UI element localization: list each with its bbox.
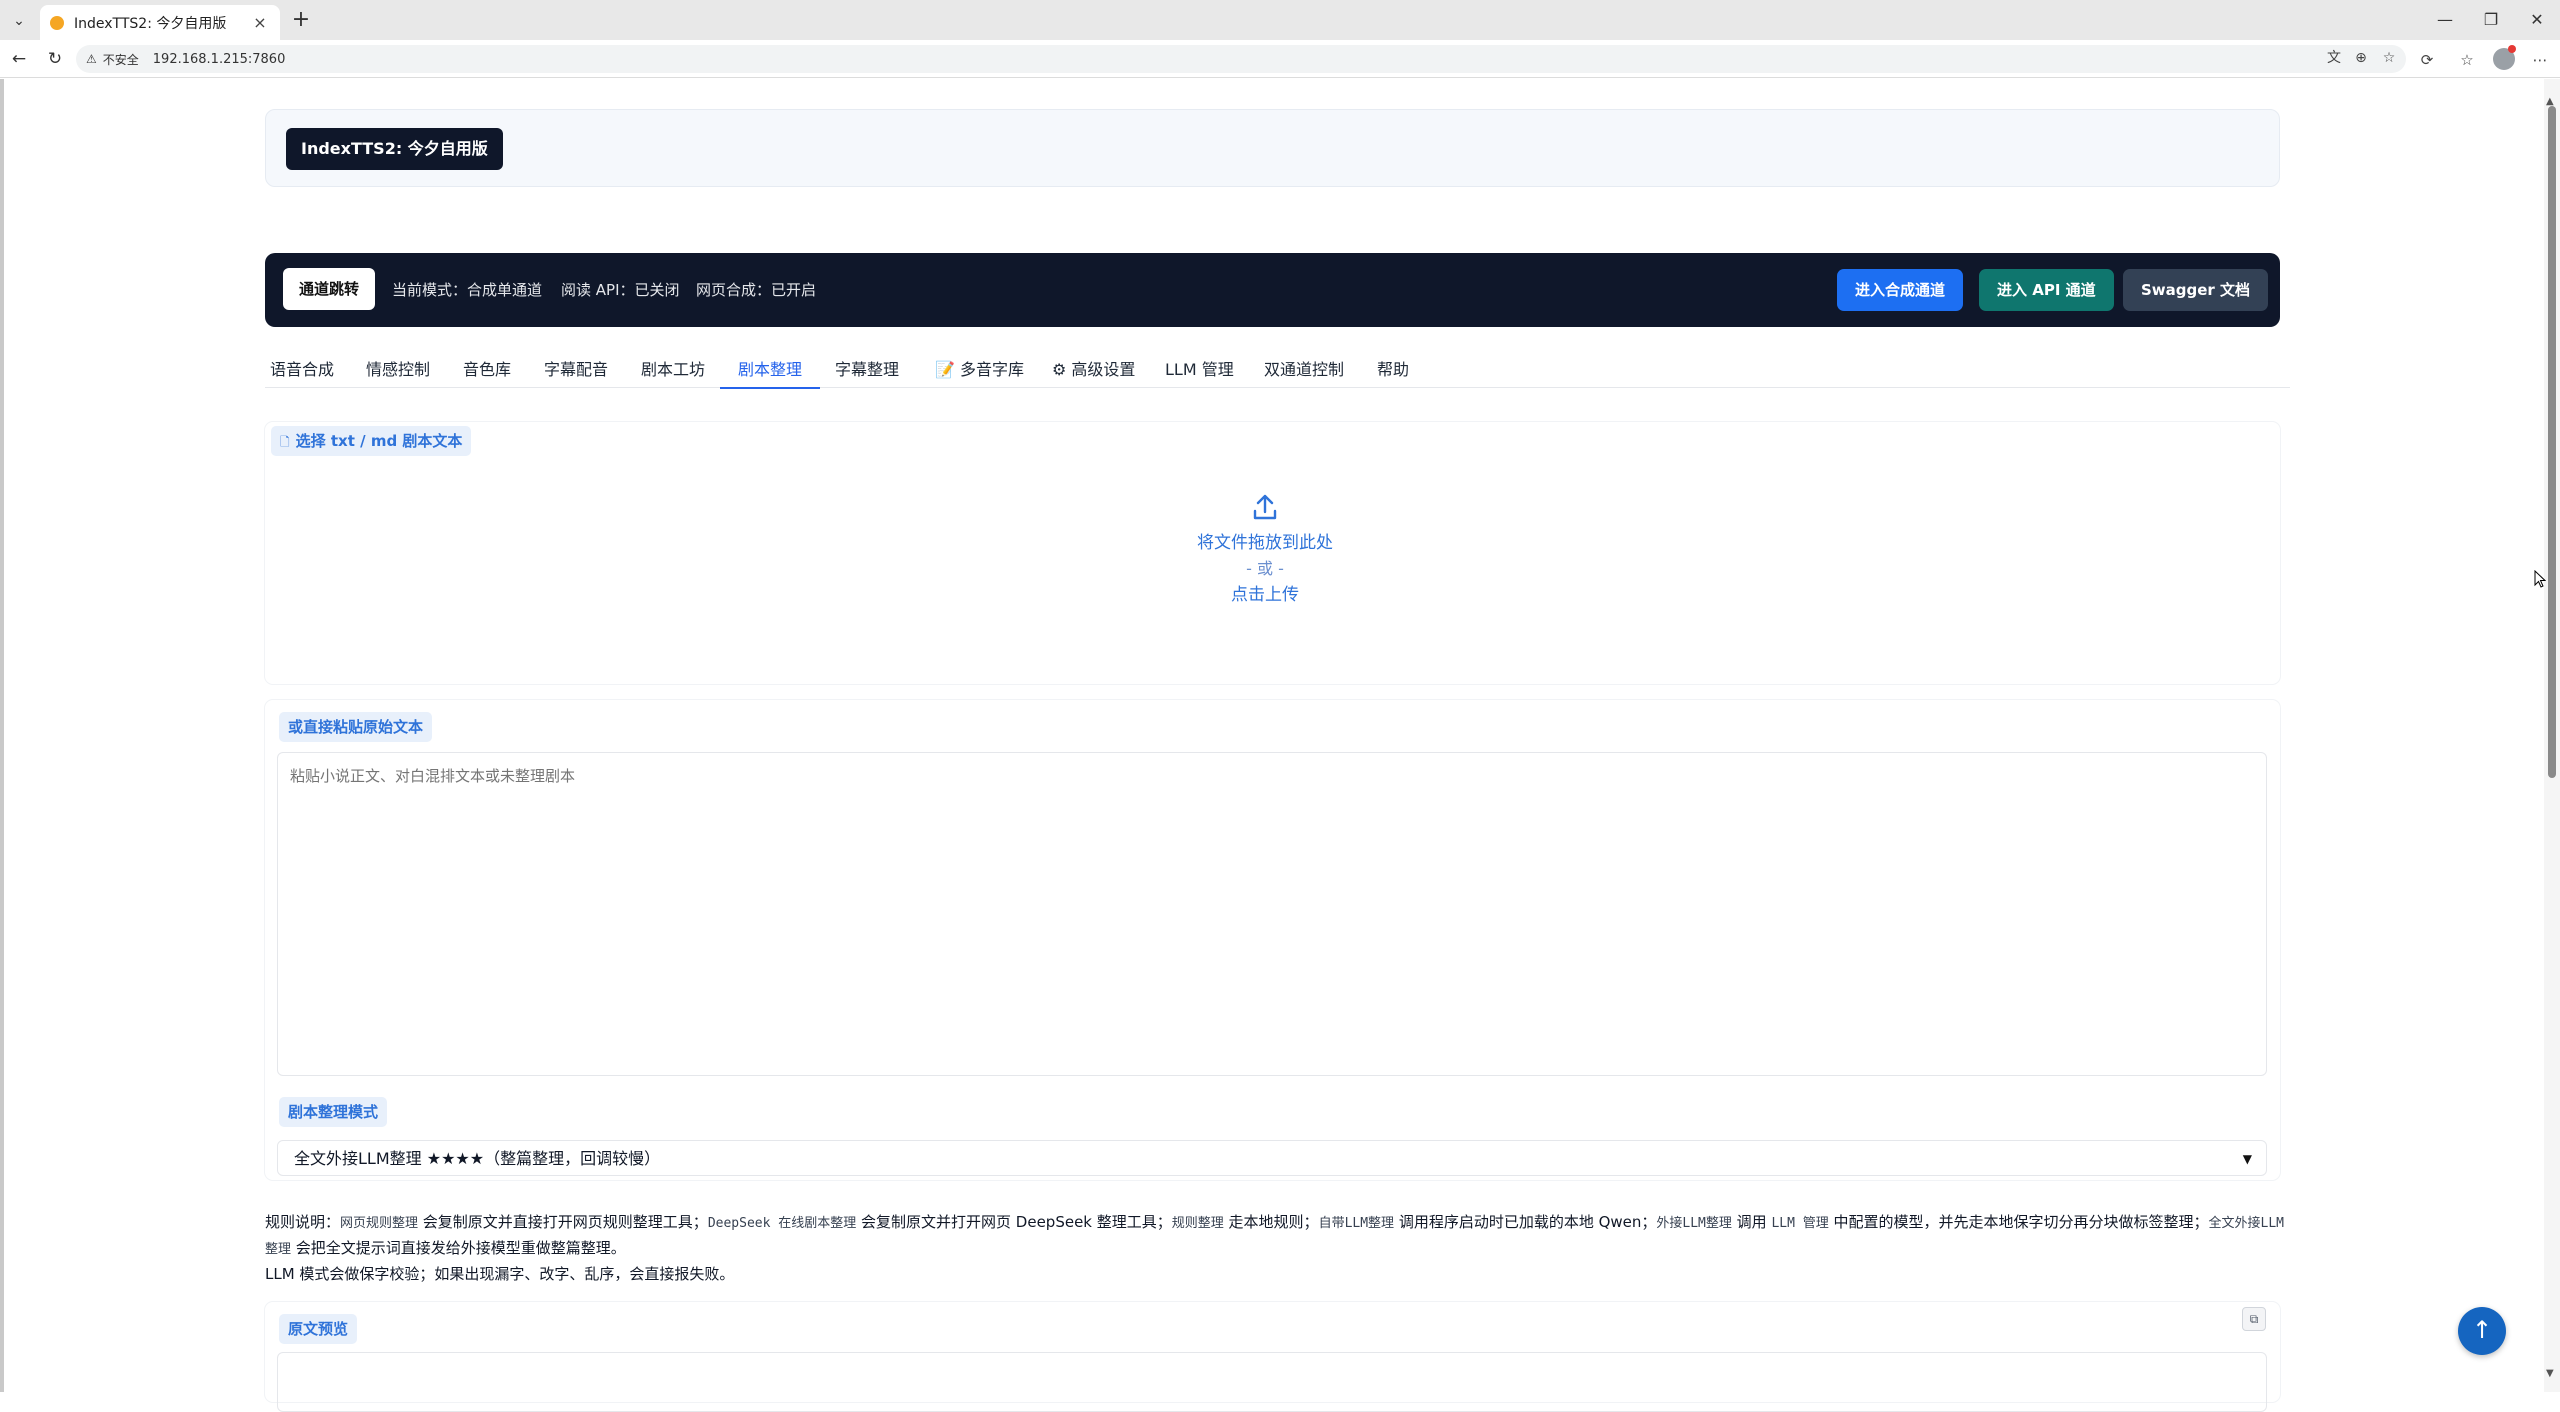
reload-icon[interactable]: ↻ <box>44 48 66 70</box>
browser-tab-strip: ⌄ IndexTTS2: 今夕自用版 × + — ❐ ✕ <box>0 0 2560 40</box>
restore-window-button[interactable]: ❐ <box>2468 6 2514 34</box>
mode-label: 剧本整理模式 <box>279 1097 388 1127</box>
enter-api-channel-button[interactable]: 进入 API 通道 <box>1979 269 2114 311</box>
minimize-window-button[interactable]: — <box>2422 6 2468 34</box>
extensions-icon[interactable]: ⟳ <box>2415 48 2439 72</box>
tab-dual-channel-control[interactable]: 双通道控制 <box>1264 352 1344 388</box>
mouse-cursor-icon <box>2534 570 2546 588</box>
tab-title: IndexTTS2: 今夕自用版 <box>74 15 227 32</box>
app-brand: IndexTTS2: 今夕自用版 <box>286 128 503 170</box>
upload-icon <box>1253 494 1277 520</box>
address-bar[interactable]: ⚠ 不安全 192.168.1.215:7860 <box>76 45 2406 73</box>
rules-paragraph: 规则说明：网页规则整理 会复制原文并直接打开网页规则整理工具；DeepSeek … <box>265 1213 2285 1257</box>
swagger-docs-button[interactable]: Swagger 文档 <box>2123 269 2269 311</box>
rules-description: 规则说明：网页规则整理 会复制原文并直接打开网页规则整理工具；DeepSeek … <box>265 1210 2285 1287</box>
file-upload-panel: 🗋 选择 txt / md 剧本文本 将文件拖放到此处 - 或 - 点击上传 <box>265 422 2280 684</box>
profile-notification-badge <box>2508 45 2516 53</box>
tab-search-chevron-icon[interactable]: ⌄ <box>6 8 32 34</box>
chevron-down-icon: ▼ <box>2242 1152 2252 1166</box>
web-synth-status: 网页合成：已开启 <box>696 281 817 299</box>
insecure-label[interactable]: 不安全 <box>103 51 139 68</box>
new-tab-button[interactable]: + <box>288 8 314 34</box>
upload-label: 🗋 选择 txt / md 剧本文本 <box>271 426 472 456</box>
raw-text-input[interactable] <box>277 752 2267 1076</box>
back-arrow-icon[interactable]: ← <box>8 48 30 70</box>
read-api-status: 阅读 API：已关闭 <box>561 281 680 299</box>
script-mode-select[interactable]: 全文外接LLM整理 ★★★★（整篇整理，回调较慢） ▼ <box>277 1140 2267 1176</box>
paste-label: 或直接粘贴原始文本 <box>279 712 433 742</box>
browser-tab[interactable]: IndexTTS2: 今夕自用版 × <box>40 5 280 40</box>
tab-voice-synthesis[interactable]: 语音合成 <box>270 352 334 388</box>
or-separator: - 或 - <box>1246 559 1284 578</box>
warning-triangle-icon[interactable]: ⚠ <box>86 52 97 66</box>
paste-text-panel: 或直接粘贴原始文本 剧本整理模式 全文外接LLM整理 ★★★★（整篇整理，回调较… <box>265 700 2280 1180</box>
tab-subtitle-organize[interactable]: 字幕整理 <box>835 352 899 388</box>
tab-emotion-control[interactable]: 情感控制 <box>366 352 430 388</box>
copy-icon[interactable]: ⧉ <box>2242 1307 2266 1331</box>
channel-jump-label: 通道跳转 <box>283 268 376 310</box>
channel-bar: 通道跳转 当前模式：合成单通道 阅读 API：已关闭 网页合成：已开启 进入合成… <box>265 253 2280 327</box>
file-icon: 🗋 <box>280 435 290 449</box>
site-favicon-icon <box>50 15 64 30</box>
zoom-icon[interactable]: ⊕ <box>2350 47 2372 69</box>
current-mode-status: 当前模式：合成单通道 <box>392 281 543 299</box>
translate-icon[interactable]: 文 <box>2323 47 2345 69</box>
tab-help[interactable]: 帮助 <box>1377 352 1409 388</box>
drop-text: 将文件拖放到此处 <box>1197 533 1333 553</box>
tab-polyphone-library[interactable]: 📝 多音字库 <box>935 352 1024 388</box>
more-menu-icon[interactable]: ⋯ <box>2528 48 2552 72</box>
url-text[interactable]: 192.168.1.215:7860 <box>153 52 286 67</box>
scroll-down-arrow-icon[interactable]: ▼ <box>2546 1368 2554 1379</box>
address-toolbar: ← ↻ ⚠ 不安全 192.168.1.215:7860 文 ⊕ ☆ ⟳ ☆ ⋯ <box>0 40 2560 78</box>
preview-label: 原文预览 <box>279 1314 358 1344</box>
tab-script-organize[interactable]: 剧本整理 <box>719 352 821 389</box>
scroll-to-top-button[interactable]: ↑ <box>2458 1307 2506 1355</box>
click-upload-text[interactable]: 点击上传 <box>805 582 1725 608</box>
app-header: IndexTTS2: 今夕自用版 <box>265 109 2280 187</box>
tab-voice-library[interactable]: 音色库 <box>463 352 511 388</box>
tab-script-workshop[interactable]: 剧本工坊 <box>641 352 705 388</box>
favorites-icon[interactable]: ☆ <box>2455 48 2479 72</box>
preview-content <box>277 1352 2267 1412</box>
file-drop-zone[interactable]: 将文件拖放到此处 - 或 - 点击上传 <box>805 492 1725 622</box>
enter-synth-channel-button[interactable]: 进入合成通道 <box>1837 269 1964 311</box>
tab-advanced-settings[interactable]: ⚙ 高级设置 <box>1052 352 1135 388</box>
original-preview-panel: 原文预览 <box>265 1302 2280 1412</box>
tab-close-icon[interactable]: × <box>250 13 270 32</box>
script-mode-value: 全文外接LLM整理 ★★★★（整篇整理，回调较慢） <box>294 1149 661 1168</box>
tab-subtitle-dubbing[interactable]: 字幕配音 <box>544 352 608 388</box>
tab-llm-management[interactable]: LLM 管理 <box>1165 352 1234 388</box>
scrollbar-thumb[interactable] <box>2548 106 2556 778</box>
bookmark-star-icon[interactable]: ☆ <box>2378 47 2400 69</box>
rules-llm-note: LLM 模式会做保字校验；如果出现漏字、改字、乱序，会直接报失败。 <box>265 1265 735 1283</box>
main-tabs: 语音合成 情感控制 音色库 字幕配音 剧本工坊 剧本整理 字幕整理 📝 多音字库… <box>265 352 2290 389</box>
close-window-button[interactable]: ✕ <box>2514 6 2560 34</box>
